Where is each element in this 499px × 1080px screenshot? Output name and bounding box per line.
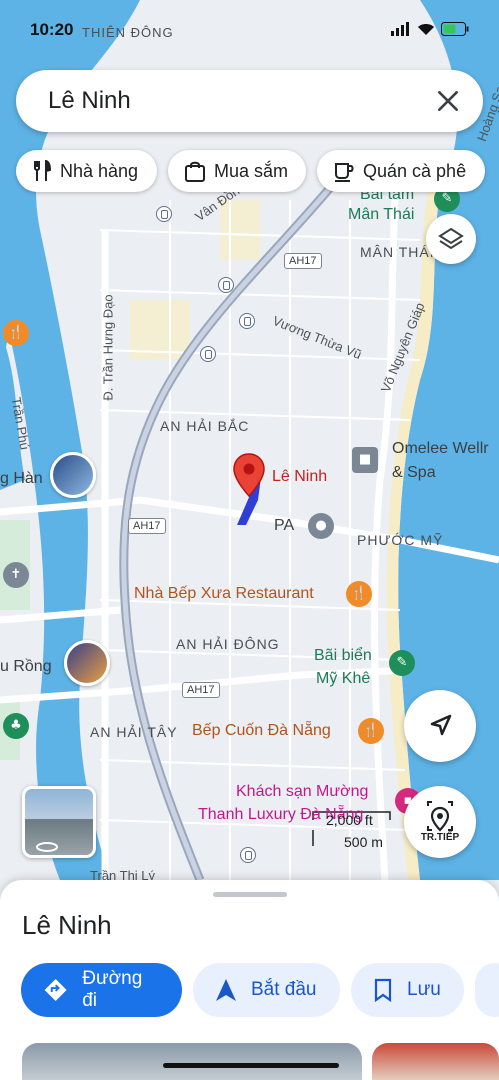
selected-place-pin[interactable] [232,452,266,498]
map-pin-icon [233,453,265,498]
spa-poi-icon[interactable]: ● [308,513,334,539]
place-sheet[interactable]: Lê Ninh Đường đi Bắt đầu Lưu [0,880,499,1080]
street-view-thumbnail[interactable] [22,786,96,858]
save-button[interactable]: Lưu [351,963,464,1017]
park-poi-icon[interactable]: ♣ [3,713,29,739]
status-time: 10:20 [30,20,74,39]
bus-stop-icon[interactable] [156,206,172,222]
photo-pin-dragon-bridge[interactable] [50,452,96,498]
bus-stop-icon[interactable] [200,346,216,362]
layers-button[interactable] [426,214,476,264]
chip-shopping[interactable]: Mua sắm [168,150,306,192]
bookmark-icon [374,978,392,1002]
signal-icon [391,22,409,36]
chip-label: Nhà hàng [60,160,139,181]
restaurant-poi-icon[interactable]: 🍴 [3,320,29,346]
beach-poi-icon[interactable]: ✎ [389,650,415,676]
route-shield-ah17: AH17 [284,253,322,269]
omelee-spa-icon[interactable]: ■ [352,447,378,473]
directions-button[interactable]: Đường đi [21,963,182,1017]
restaurant-poi-icon[interactable]: 🍴 [358,718,384,744]
place-photo[interactable] [372,1043,499,1080]
place-pin-icon [427,801,453,832]
chip-restaurants[interactable]: Nhà hàng [16,150,157,192]
coffee-icon [335,163,354,182]
my-location-button[interactable] [404,690,476,762]
bus-stop-icon[interactable] [240,847,256,863]
search-box[interactable]: Lê Ninh [16,70,483,132]
photo-pin-han-bridge[interactable] [64,640,110,686]
start-label: Bắt đầu [251,979,317,1000]
chip-coffee[interactable]: Quán cà phê [317,150,485,192]
directions-icon [44,979,67,1001]
directions-label: Đường đi [82,968,143,1011]
search-input[interactable]: Lê Ninh [48,87,131,115]
route-shield-ah17: AH17 [182,682,220,698]
next-place-button[interactable]: TR.TIẾP [404,786,476,858]
wifi-icon [418,24,434,35]
status-location-overlap: THIÊN ĐÔNG [82,25,174,40]
next-place-label: TR.TIẾP [420,832,460,843]
shopping-bag-icon [185,161,205,182]
chip-label: Quán cà phê [363,160,467,181]
more-actions-button[interactable] [475,963,499,1017]
close-icon[interactable] [435,88,461,114]
chip-label: Mua sắm [214,160,289,181]
bus-stop-icon[interactable] [239,313,255,329]
status-bar: 10:20 THIÊN ĐÔNG [30,18,469,42]
save-label: Lưu [407,979,441,1000]
street-view-rotate-icon [36,842,58,852]
home-indicator [163,1063,339,1068]
bus-stop-icon[interactable] [218,277,234,293]
location-arrow-icon [430,714,452,736]
place-photo[interactable] [22,1043,362,1080]
route-shield-ah17: AH17 [128,518,166,534]
restaurant-icon [34,160,52,181]
battery-icon [441,22,469,36]
status-icons [391,22,469,36]
restaurant-poi-icon[interactable]: 🍴 [346,581,372,607]
start-button[interactable]: Bắt đầu [193,963,340,1017]
place-title: Lê Ninh [22,910,112,940]
layers-icon [438,227,464,250]
church-poi-icon[interactable]: ✝ [3,562,29,588]
sheet-drag-handle[interactable] [213,892,287,897]
navigation-arrow-icon [216,979,236,1001]
